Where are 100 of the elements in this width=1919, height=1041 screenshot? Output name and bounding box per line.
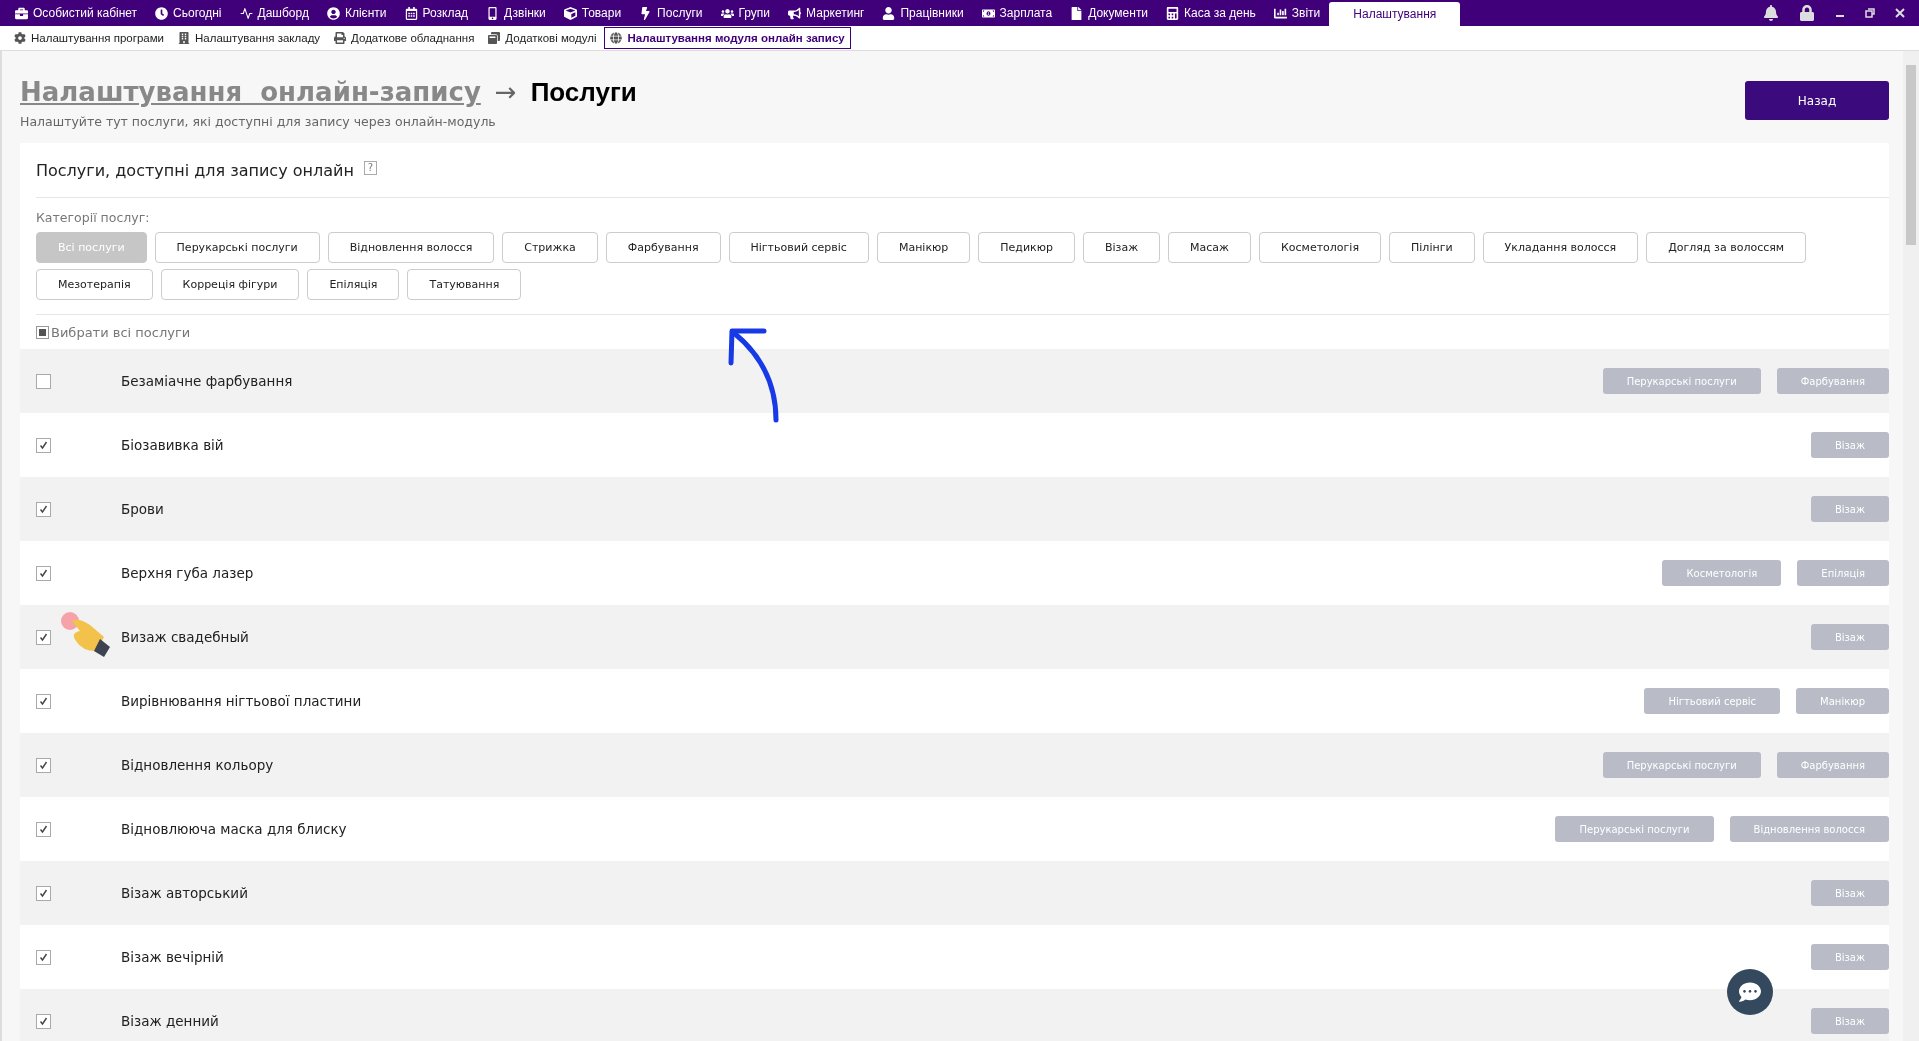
service-checkbox[interactable] — [36, 757, 51, 773]
category-tag: Візаж — [1810, 880, 1889, 906]
category-button[interactable]: Татуювання — [407, 269, 522, 300]
windows-icon — [488, 32, 501, 44]
checkmark-icon — [39, 824, 48, 834]
settings-tab[interactable]: Додаткові модулі — [482, 27, 603, 49]
nav-tab[interactable]: Зарплата — [972, 0, 1062, 26]
category-button[interactable]: Нігтьовий сервіс — [728, 232, 869, 263]
category-button[interactable]: Відновлення волосся — [327, 232, 495, 263]
checkmark-icon — [39, 952, 48, 962]
cube-icon — [563, 6, 577, 20]
select-all-label: Вибрати всі послуги — [51, 324, 191, 340]
categories-label: Категорії послуг: — [36, 210, 151, 225]
settings-tab[interactable]: Налаштування модуля онлайн запису — [604, 27, 851, 49]
printer-icon — [334, 32, 347, 44]
restore-icon[interactable] — [1865, 8, 1875, 18]
category-tag: Перукарські послуги — [1602, 752, 1761, 778]
phone-icon — [486, 6, 500, 20]
settings-tab[interactable]: Налаштування закладу — [172, 27, 327, 49]
nav-tab[interactable]: Особистий кабінет — [6, 0, 147, 26]
checkmark-icon — [39, 440, 48, 450]
category-button[interactable]: Косметологія — [1259, 232, 1382, 263]
service-checkbox[interactable] — [36, 437, 51, 453]
checkmark-icon — [39, 568, 48, 578]
category-tag: Фарбування — [1776, 752, 1889, 778]
service-name: Відновлення кольору — [121, 757, 275, 773]
nav-tab[interactable]: Звіти — [1264, 0, 1330, 26]
back-button[interactable]: Назад — [1745, 81, 1889, 120]
globe-icon — [610, 32, 623, 44]
service-name: Відновлююча маска для блиску — [121, 821, 348, 837]
service-checkbox[interactable] — [36, 501, 51, 517]
settings-tab[interactable]: Налаштування програми — [8, 27, 170, 49]
select-all-checkbox[interactable] — [36, 325, 49, 339]
category-tag: Візаж — [1810, 1008, 1889, 1034]
user-icon — [882, 6, 896, 20]
service-name: Візаж денний — [121, 1013, 220, 1029]
nav-tab[interactable]: Групи — [711, 0, 780, 26]
category-tag: Візаж — [1810, 432, 1889, 458]
service-checkbox[interactable] — [36, 373, 51, 389]
service-checkbox[interactable] — [36, 885, 51, 901]
category-tag: Перукарські послуги — [1555, 816, 1714, 842]
category-button[interactable]: Догляд за волоссям — [1646, 232, 1807, 263]
category-button[interactable]: Педикюр — [978, 232, 1075, 263]
category-tag: Перукарські послуги — [1602, 368, 1761, 394]
service-checkbox[interactable] — [36, 565, 51, 581]
category-tag: Манікюр — [1796, 688, 1889, 714]
category-button[interactable]: Пілінги — [1389, 232, 1475, 263]
file-icon — [1070, 6, 1084, 20]
service-name: Безаміачне фарбування — [121, 373, 294, 389]
category-tag: Візаж — [1810, 944, 1889, 970]
page-subtitle: Налаштуйте тут послуги, які доступні для запису через онлайн-модуль — [20, 114, 497, 129]
category-button[interactable]: Масаж — [1168, 232, 1251, 263]
checkmark-icon — [39, 504, 48, 514]
service-name: Вирівнювання нігтьової пластини — [121, 693, 363, 709]
nav-tab[interactable]: Дашборд — [230, 0, 318, 26]
chat-bubble-icon — [1739, 981, 1761, 1003]
nav-tab[interactable]: Клієнти — [317, 0, 396, 26]
nav-tab[interactable]: Працівники — [873, 0, 973, 26]
nav-tab[interactable]: Сьогодні — [146, 0, 231, 26]
service-checkbox[interactable] — [36, 629, 51, 645]
help-icon[interactable]: ? — [363, 161, 377, 175]
scrollbar[interactable] — [1903, 51, 1919, 1041]
category-button[interactable]: Фарбування — [605, 232, 721, 263]
nav-tab[interactable]: Дзвінки — [477, 0, 555, 26]
category-button[interactable]: Візаж — [1082, 232, 1161, 263]
nav-tab[interactable]: Розклад — [395, 0, 478, 26]
building-icon — [178, 32, 190, 44]
checkmark-icon — [39, 760, 48, 770]
service-name: Верхня губа лазер — [121, 565, 255, 581]
page-title: Послуги — [530, 77, 637, 108]
category-tag: Візаж — [1810, 496, 1889, 522]
section-title: Послуги, доступні для запису онлайн — [36, 160, 354, 180]
nav-tab[interactable]: Налаштування — [1329, 2, 1461, 26]
nav-tab[interactable]: Маркетинг — [779, 0, 874, 26]
calculator-icon — [1166, 6, 1180, 20]
settings-tab[interactable]: Додаткове обладнання — [328, 27, 481, 49]
category-button[interactable]: Мезотерапія — [36, 269, 153, 300]
service-checkbox[interactable] — [36, 821, 51, 837]
pulse-icon — [239, 6, 253, 20]
nav-tab[interactable]: Каса за день — [1157, 0, 1265, 26]
service-checkbox[interactable] — [36, 949, 51, 965]
checkmark-icon — [39, 696, 48, 706]
service-checkbox[interactable] — [36, 693, 51, 709]
category-button[interactable]: Манікюр — [876, 232, 971, 263]
category-button[interactable]: Епіляція — [307, 269, 400, 300]
nav-tab[interactable]: Документи — [1061, 0, 1158, 26]
bar-chart-icon — [1273, 6, 1287, 20]
service-checkbox[interactable] — [36, 1013, 51, 1029]
nav-tab[interactable]: Послуги — [630, 0, 712, 26]
checkmark-icon — [39, 632, 48, 642]
bell-icon[interactable] — [1763, 5, 1779, 21]
category-button[interactable]: Укладання волосся — [1482, 232, 1639, 263]
close-icon[interactable] — [1895, 8, 1905, 18]
category-button[interactable]: Перукарські послуги — [154, 232, 320, 263]
settings-icon — [14, 32, 26, 44]
category-button[interactable]: Стрижка — [502, 232, 598, 263]
category-button[interactable]: Корреція фігури — [160, 269, 300, 300]
nav-tab[interactable]: Товари — [554, 0, 631, 26]
clock-icon — [155, 6, 169, 20]
lock-icon[interactable] — [1799, 5, 1815, 21]
